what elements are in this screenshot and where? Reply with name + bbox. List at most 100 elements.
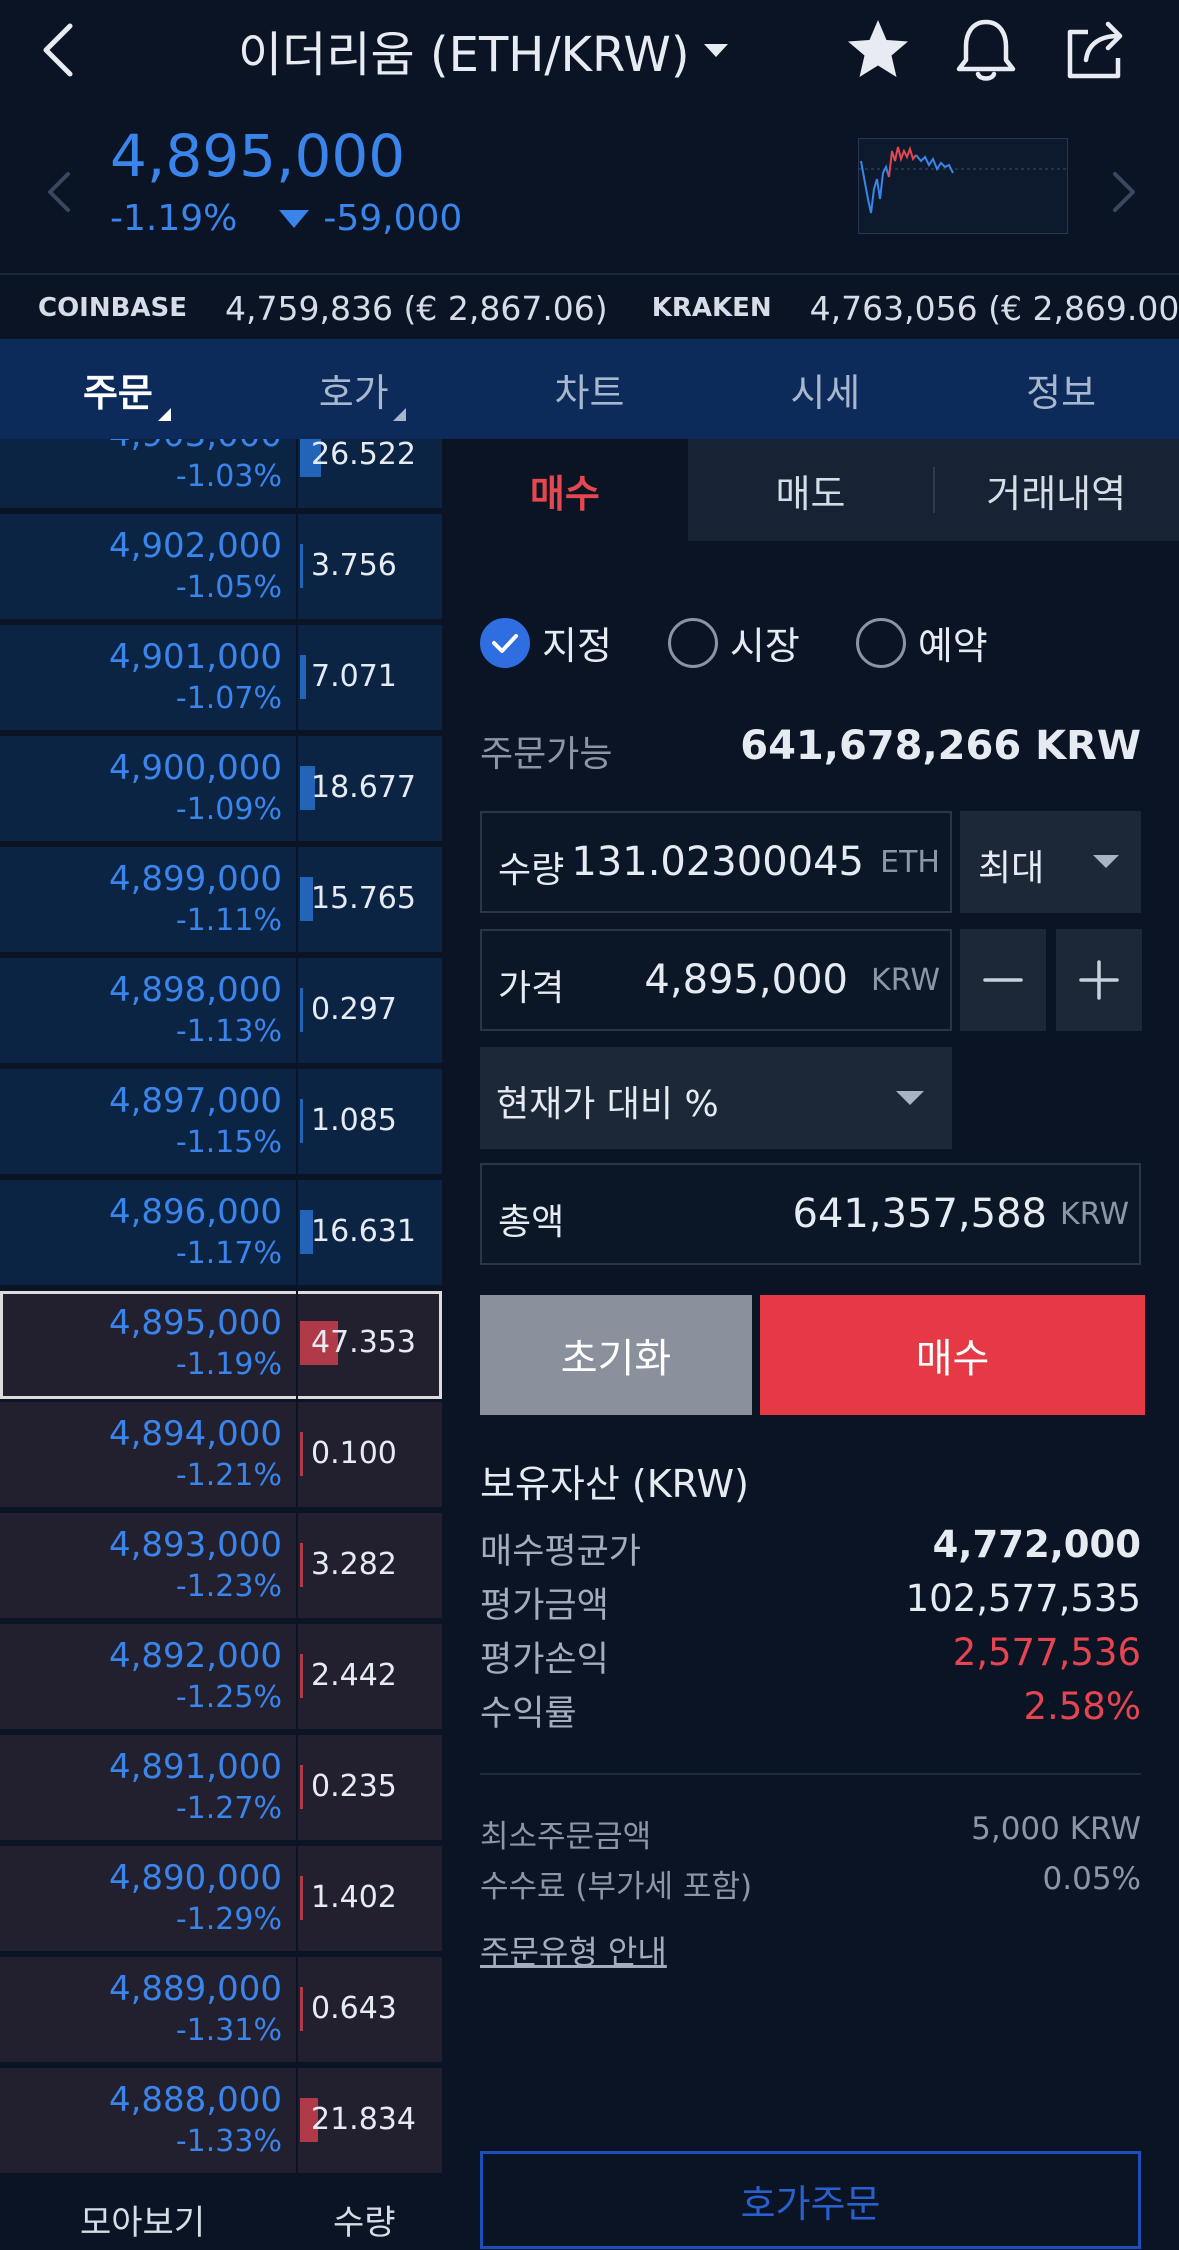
fee-label: 수수료 (부가세 포함) [480,1869,753,1905]
total-field[interactable]: 총액 641,357,588 KRW [480,1163,1141,1265]
order-type-market[interactable]: 시장 [667,615,800,670]
orderbook-row[interactable]: 4,897,000 -1.15% 1.085 [0,1069,442,1177]
orderbook-quantity: 15.765 [311,881,416,916]
orderbook-row[interactable]: 4,893,000 -1.23% 3.282 [0,1513,442,1621]
min-order-label: 최소주문금액 [480,1819,652,1855]
tab-market-price[interactable]: 시세 [707,339,943,439]
exchange-name: KRAKEN [651,293,772,323]
order-type-reserve[interactable]: 예약 [855,615,988,670]
orderbook-row[interactable]: 4,888,000 -1.33% 21.834 [0,2068,442,2176]
tab-buy[interactable]: 매수 [442,439,688,541]
orderbook-row[interactable]: 4,899,000 -1.11% 15.765 [0,847,442,955]
price-decrement-button[interactable] [960,929,1046,1031]
orderbook[interactable]: 4,903,000 -1.03% 26.522 4,902,000 -1.05% 3.75… [0,439,442,2179]
orderbook-change-percent: -1.33% [175,2124,282,2159]
tab-sell[interactable]: 매도 [688,439,934,541]
column-divider [296,439,298,511]
orderbook-order-button[interactable]: 호가주문 [480,2151,1141,2249]
radio-checked-icon[interactable] [480,617,530,668]
orderbook-price: 4,891,000 [108,1747,282,1787]
radio-label: 예약 [917,624,988,668]
caret-down-icon [703,43,728,57]
quantity-toggle[interactable]: 수량 [333,2195,396,2244]
tab-info[interactable]: 정보 [943,339,1179,439]
buy-button[interactable]: 매수 [760,1295,1145,1415]
quantity-field[interactable]: 수량 131.02300045 ETH [480,811,952,913]
field-unit: ETH [880,845,940,880]
column-divider [296,1180,298,1288]
caret-down-icon [896,1091,924,1105]
market-selector[interactable]: 이더리움 (ETH/KRW) [238,18,728,83]
orderbook-row[interactable]: 4,902,000 -1.05% 3.756 [0,514,442,622]
column-divider [296,514,298,622]
available-label: 주문가능 [480,734,613,775]
section-divider [480,1773,1141,1775]
tab-orderbook[interactable]: 호가 [236,339,472,439]
page-title: 이더리움 (ETH/KRW) [238,27,690,83]
orderbook-row[interactable]: 4,895,000 -1.19% 47.353 [0,1291,442,1399]
volume-bar [300,655,306,699]
select-label: 최대 [978,848,1045,889]
orderbook-price: 4,903,000 [109,439,282,455]
caret-down-icon [1093,855,1119,868]
orderbook-quantity: 3.756 [311,548,397,583]
radio-unchecked-icon[interactable] [855,617,906,668]
valuation-pnl: 2,577,536 [952,1631,1141,1674]
orderbook-row[interactable]: 4,890,000 -1.29% 1.402 [0,1846,442,1954]
orderbook-row[interactable]: 4,892,000 -1.25% 2.442 [0,1624,442,1732]
orderbook-change-percent: -1.03% [175,459,282,494]
orderbook-row[interactable]: 4,898,000 -1.13% 0.297 [0,958,442,1066]
volume-bar [300,1765,303,1809]
orderbook-row[interactable]: 4,891,000 -1.27% 0.235 [0,1735,442,1843]
star-icon [848,20,908,77]
tab-chart[interactable]: 차트 [472,339,708,439]
max-quantity-select[interactable]: 최대 [960,811,1141,913]
column-divider [296,958,298,1066]
holding-row: 평가손익 2,577,536 [480,1631,1141,1683]
order-type-limit[interactable]: 지정 [480,615,612,670]
holding-label: 평가손익 [480,1640,609,1680]
orderbook-price: 4,890,000 [108,1858,282,1898]
tab-order[interactable]: 주문 [0,339,236,439]
radio-unchecked-icon[interactable] [667,617,718,668]
quantity-input[interactable]: 131.02300045 [564,839,864,885]
group-view-button[interactable]: 모아보기 [80,2195,205,2244]
notification-button[interactable] [950,14,1022,86]
orderbook-change-percent: -1.13% [175,1014,282,1049]
volume-bar [300,1432,303,1476]
prev-market-button[interactable] [38,162,78,222]
field-label: 수량 [498,850,565,891]
next-market-button[interactable] [1105,162,1145,222]
orderbook-row[interactable]: 4,900,000 -1.09% 18.677 [0,736,442,844]
volume-bar [300,1543,303,1587]
price-percent-select[interactable]: 현재가 대비 % [480,1047,952,1149]
orderbook-row[interactable]: 4,903,000 -1.03% 26.522 [0,439,442,511]
orderbook-row[interactable]: 4,896,000 -1.17% 16.631 [0,1180,442,1288]
orderbook-quantity: 0.643 [311,1991,397,2026]
volume-bar [300,1876,303,1920]
total-input[interactable]: 641,357,588 [793,1191,1047,1237]
orderbook-row[interactable]: 4,889,000 -1.31% 0.643 [0,1957,442,2065]
order-type-guide-link[interactable]: 주문유형 안내 [480,1927,667,1973]
orderbook-quantity: 0.297 [311,992,397,1027]
holding-label: 평가금액 [480,1586,609,1626]
price-input[interactable]: 4,895,000 [548,957,848,1003]
orderbook-row[interactable]: 4,894,000 -1.21% 0.100 [0,1402,442,1510]
tab-history[interactable]: 거래내역 [933,439,1179,541]
share-button[interactable] [1060,14,1132,86]
orderbook-quantity: 1.402 [311,1880,397,1915]
mini-price-chart[interactable] [858,138,1068,234]
orderbook-price: 4,888,000 [108,2080,282,2120]
reset-button[interactable]: 초기화 [480,1295,752,1415]
favorite-button[interactable] [842,14,914,86]
back-button[interactable] [30,18,90,82]
column-divider [296,1624,298,1732]
orderbook-row[interactable]: 4,901,000 -1.07% 7.071 [0,625,442,733]
minus-icon [983,978,1023,982]
orderbook-change-percent: -1.31% [175,2013,282,2048]
price-increment-button[interactable] [1056,929,1142,1031]
price-field[interactable]: 가격 4,895,000 KRW [480,929,952,1031]
info-row: 최소주문금액 5,000 KRW [480,1811,1141,1857]
tab-label: 호가 [318,370,389,415]
orderbook-quantity: 3.282 [311,1547,397,1582]
